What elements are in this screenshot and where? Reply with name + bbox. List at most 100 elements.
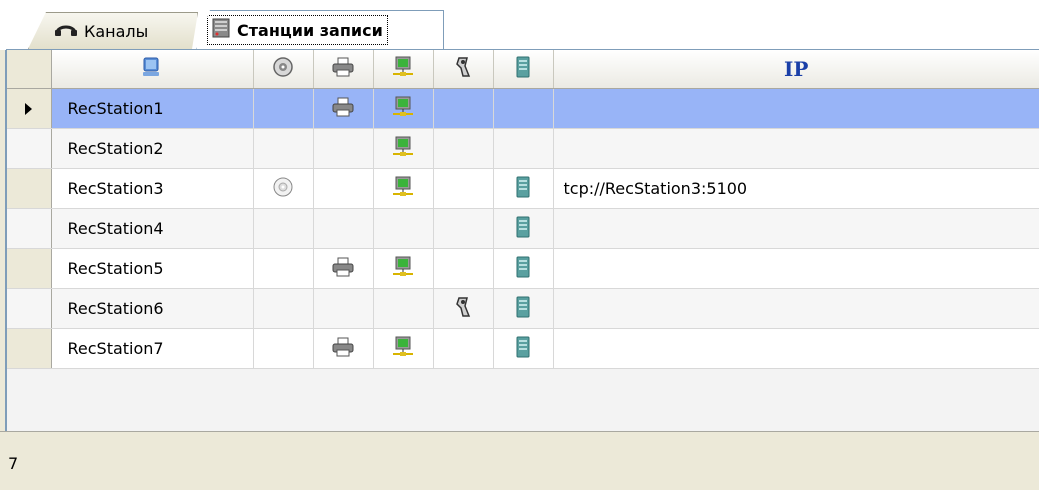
tab-recording-stations-label: Станции записи — [237, 21, 383, 40]
station-name-cell[interactable]: RecStation5 — [51, 249, 253, 289]
status-footer: 7 — [0, 431, 1039, 490]
row-header[interactable] — [7, 329, 51, 369]
table-row[interactable]: RecStation6 — [7, 289, 1039, 329]
printer-icon — [332, 337, 354, 361]
network-cell[interactable] — [373, 329, 433, 369]
tab-channels-label: Каналы — [84, 22, 148, 41]
cd-cell[interactable] — [253, 129, 313, 169]
tape-cell[interactable] — [433, 129, 493, 169]
cd-cell[interactable] — [253, 249, 313, 289]
printer-cell[interactable] — [313, 249, 373, 289]
table-row[interactable]: RecStation3 tcp://RecStation3:5100 — [7, 169, 1039, 209]
ip-cell[interactable] — [553, 209, 1039, 249]
printer-icon — [332, 97, 354, 121]
tape-cell[interactable] — [433, 169, 493, 209]
network-cell[interactable] — [373, 129, 433, 169]
printer-cell[interactable] — [313, 289, 373, 329]
row-header[interactable] — [7, 129, 51, 169]
tab-recording-stations[interactable]: Станции записи — [196, 10, 444, 50]
ip-cell[interactable] — [553, 249, 1039, 289]
server-cell[interactable] — [493, 289, 553, 329]
column-header-network[interactable] — [373, 50, 433, 89]
table-row[interactable]: RecStation7 — [7, 329, 1039, 369]
tape-cell[interactable] — [433, 209, 493, 249]
cd-cell[interactable] — [253, 289, 313, 329]
printer-cell[interactable] — [313, 129, 373, 169]
server-cell[interactable] — [493, 89, 553, 129]
server-cell[interactable] — [493, 129, 553, 169]
server-icon — [515, 176, 531, 202]
column-header-printer[interactable] — [313, 50, 373, 89]
tab-strip: Каналы Станции записи — [0, 0, 1039, 50]
station-name-cell[interactable]: RecStation2 — [51, 129, 253, 169]
row-header[interactable] — [7, 249, 51, 289]
printer-icon — [332, 57, 354, 81]
station-name-cell[interactable]: RecStation7 — [51, 329, 253, 369]
server-cell[interactable] — [493, 329, 553, 369]
cd-cell[interactable] — [253, 209, 313, 249]
ip-cell[interactable] — [553, 329, 1039, 369]
ip-cell[interactable]: tcp://RecStation3:5100 — [553, 169, 1039, 209]
column-header-server[interactable] — [493, 50, 553, 89]
printer-cell[interactable] — [313, 169, 373, 209]
cd-cell[interactable] — [253, 169, 313, 209]
header-corner — [7, 50, 51, 89]
server-icon — [515, 216, 531, 242]
row-header[interactable] — [7, 89, 51, 129]
server-cell[interactable] — [493, 249, 553, 289]
ip-cell[interactable] — [553, 89, 1039, 129]
current-row-arrow-icon — [25, 103, 32, 115]
tape-cell[interactable] — [433, 249, 493, 289]
recording-station-icon — [212, 18, 230, 42]
station-name-cell[interactable]: RecStation4 — [51, 209, 253, 249]
server-cell[interactable] — [493, 209, 553, 249]
table-row[interactable]: RecStation4 — [7, 209, 1039, 249]
row-header[interactable] — [7, 209, 51, 249]
stations-table: IP RecStation1RecStation2RecStation3 tcp:… — [7, 50, 1039, 369]
cd-cell[interactable] — [253, 89, 313, 129]
column-header-cd[interactable] — [253, 50, 313, 89]
network-cell[interactable] — [373, 289, 433, 329]
server-icon — [515, 56, 531, 82]
network-computer-icon — [392, 336, 414, 362]
printer-cell[interactable] — [313, 209, 373, 249]
ip-header-label: IP — [554, 57, 1039, 81]
row-header[interactable] — [7, 169, 51, 209]
server-icon — [515, 296, 531, 322]
tape-icon — [454, 56, 472, 82]
printer-cell[interactable] — [313, 329, 373, 369]
network-computer-icon — [392, 96, 414, 122]
cd-cell[interactable] — [253, 329, 313, 369]
network-cell[interactable] — [373, 209, 433, 249]
tape-icon — [454, 296, 472, 322]
cd-disc-icon — [272, 56, 294, 82]
stations-grid[interactable]: IP RecStation1RecStation2RecStation3 tcp:… — [6, 50, 1039, 431]
station-name-cell[interactable]: RecStation1 — [51, 89, 253, 129]
ip-cell[interactable] — [553, 129, 1039, 169]
station-name-cell[interactable]: RecStation6 — [51, 289, 253, 329]
recording-stations-window: Каналы Станции записи — [0, 0, 1039, 489]
tape-cell[interactable] — [433, 289, 493, 329]
table-row[interactable]: RecStation2 — [7, 129, 1039, 169]
server-cell[interactable] — [493, 169, 553, 209]
station-name-cell[interactable]: RecStation3 — [51, 169, 253, 209]
tab-channels[interactable]: Каналы — [28, 12, 198, 49]
computer-icon — [141, 56, 163, 82]
network-computer-icon — [392, 136, 414, 162]
column-header-tape[interactable] — [433, 50, 493, 89]
column-header-ip[interactable]: IP — [553, 50, 1039, 89]
network-computer-icon — [392, 56, 414, 82]
network-cell[interactable] — [373, 249, 433, 289]
server-icon — [515, 256, 531, 282]
column-header-name[interactable] — [51, 50, 253, 89]
network-computer-icon — [392, 256, 414, 282]
network-cell[interactable] — [373, 169, 433, 209]
tape-cell[interactable] — [433, 89, 493, 129]
ip-cell[interactable] — [553, 289, 1039, 329]
row-header[interactable] — [7, 289, 51, 329]
printer-cell[interactable] — [313, 89, 373, 129]
tape-cell[interactable] — [433, 329, 493, 369]
network-cell[interactable] — [373, 89, 433, 129]
table-row[interactable]: RecStation5 — [7, 249, 1039, 289]
table-row[interactable]: RecStation1 — [7, 89, 1039, 129]
